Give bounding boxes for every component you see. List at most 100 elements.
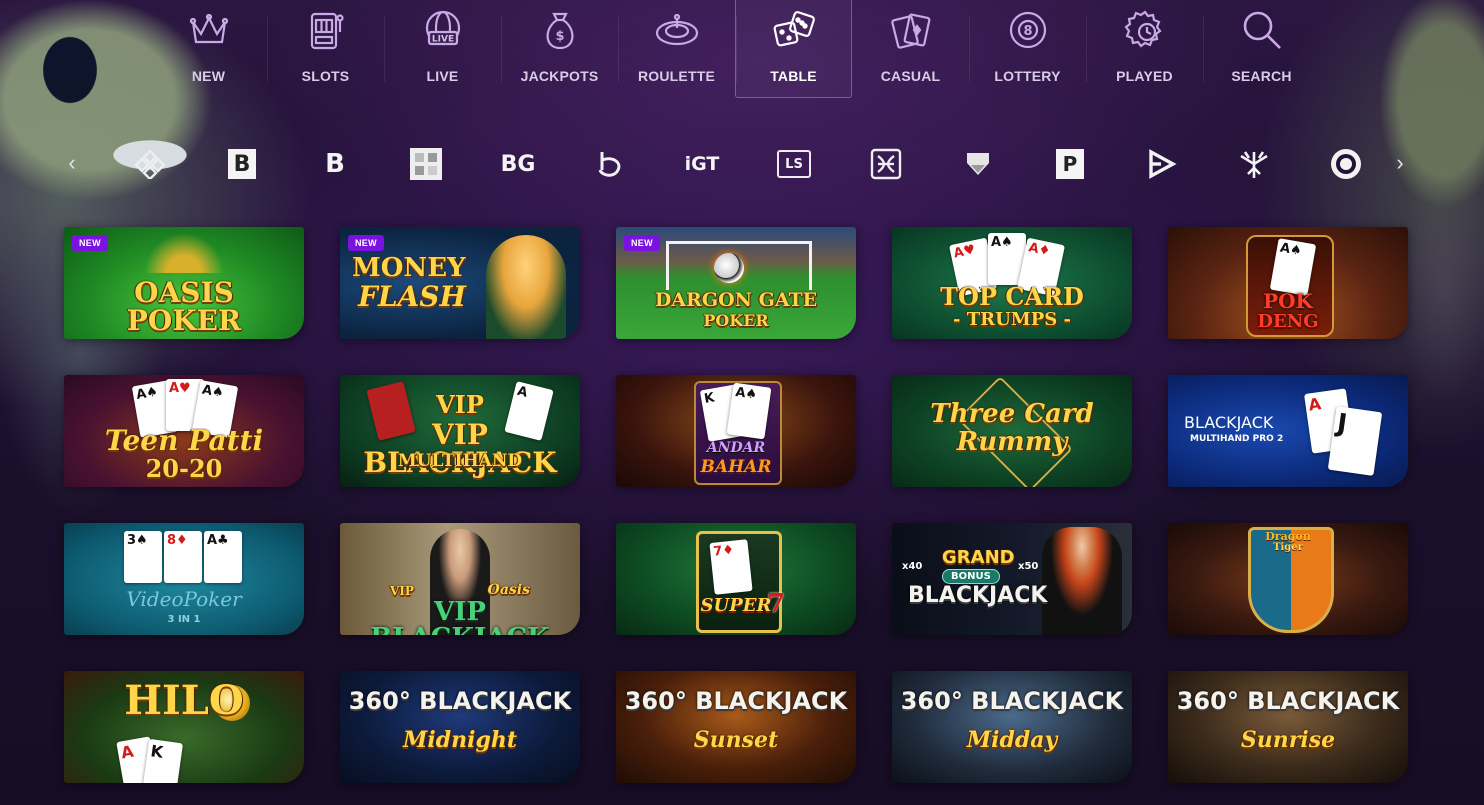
- provider-bg-logo[interactable]: BG: [488, 142, 548, 186]
- category-casual[interactable]: CASUAL: [852, 0, 969, 98]
- category-lottery[interactable]: 8 LOTTERY: [969, 0, 1086, 98]
- game-subtitle: Sunrise: [1240, 727, 1336, 753]
- category-roulette[interactable]: ROULETTE: [618, 0, 735, 98]
- game-tile-blackjack-multihand-pro[interactable]: A J BLACKJACK MULTIHAND PRO 2: [1168, 375, 1408, 487]
- slot-machine-icon: [302, 6, 350, 54]
- game-subtitle: 7: [766, 589, 786, 619]
- game-subtitle: POKER: [126, 304, 242, 337]
- game-subtitle: DENG: [1257, 311, 1319, 332]
- category-played[interactable]: PLAYED: [1086, 0, 1203, 98]
- game-title: 360° BLACKJACK: [900, 687, 1124, 715]
- provider-target-logo[interactable]: [1316, 142, 1376, 186]
- provider-grid-box-logo[interactable]: [396, 142, 456, 186]
- provider-logo-text: B: [325, 149, 345, 179]
- game-tile-360-blackjack-midnight[interactable]: 360° BLACKJACK Midnight: [340, 671, 580, 783]
- svg-text:LIVE: LIVE: [431, 35, 453, 45]
- game-tile-grand-bonus-blackjack[interactable]: GRAND BONUS x40 x50 BLACKJACK: [892, 523, 1132, 635]
- game-tile-360-blackjack-sunrise[interactable]: 360° BLACKJACK Sunrise: [1168, 671, 1408, 783]
- game-subtitle: Sunset: [693, 727, 779, 753]
- category-nav: NEW SLOTS LIVE LIVE $ JACKPOTS ROULETTE: [150, 0, 1320, 100]
- game-subtitle: MULTIHAND PRO 2: [1190, 434, 1284, 444]
- game-tile-vip-blackjack-oasis[interactable]: VIP VIP BLACKJACK Oasis: [340, 523, 580, 635]
- dice-icon: [770, 6, 818, 54]
- game-tile-dragon-tiger[interactable]: Dragon Tiger: [1168, 523, 1408, 635]
- category-label: SLOTS: [301, 68, 350, 84]
- game-title: MONEY: [352, 253, 466, 283]
- game-subtitle: - TRUMPS -: [953, 309, 1071, 330]
- playing-card: J: [1327, 406, 1383, 476]
- game-title: 360° BLACKJACK: [1176, 687, 1400, 715]
- game-title: Three Card: [930, 399, 1094, 429]
- game-subtitle: BLACKJACK: [908, 583, 1048, 608]
- game-title: POK: [1263, 289, 1313, 313]
- soccer-ball-icon: [714, 253, 744, 283]
- game-tile-vip-blackjack-multihand[interactable]: A VIP VIP BLACKJACK MULTIHAND: [340, 375, 580, 487]
- game-title: OASIS: [134, 276, 234, 309]
- provider-ls-logo[interactable]: LS: [764, 142, 824, 186]
- game-subtitle: Oasis: [487, 582, 530, 598]
- provider-swirl-b-logo[interactable]: [580, 142, 640, 186]
- game-subtitle: 3 IN 1: [167, 614, 201, 625]
- category-new[interactable]: NEW: [150, 0, 267, 98]
- game-subtitle: MULTIHAND: [397, 451, 523, 471]
- game-tile-super-7[interactable]: 7♦ SUPER 7: [616, 523, 856, 635]
- game-title: VIP BLACKJACK: [370, 597, 550, 635]
- provider-play-logo[interactable]: [1132, 142, 1192, 186]
- game-tile-video-poker[interactable]: 3♠ 8♦ A♣ VideoPoker 3 IN 1: [64, 523, 304, 635]
- category-label: JACKPOTS: [520, 68, 599, 84]
- game-tile-360-blackjack-midday[interactable]: 360° BLACKJACK Midday: [892, 671, 1132, 783]
- new-badge: NEW: [348, 235, 384, 251]
- game-tile-oasis-poker[interactable]: OASIS POKER NEW: [64, 227, 304, 339]
- search-icon: [1238, 6, 1286, 54]
- game-tile-andar-bahar[interactable]: K A♠ ANDAR BAHAR: [616, 375, 856, 487]
- category-label: SEARCH: [1231, 68, 1292, 84]
- game-tile-three-card-rummy[interactable]: Three Card Rummy: [892, 375, 1132, 487]
- playing-card: A♠: [726, 382, 772, 440]
- category-table[interactable]: TABLE: [735, 0, 852, 98]
- provider-logo-text: iGT: [684, 153, 720, 175]
- game-title: BLACKJACK: [1184, 413, 1274, 432]
- provider-split-b-logo[interactable]: B: [304, 142, 364, 186]
- crown-icon: [185, 6, 233, 54]
- provider-igt-logo[interactable]: iGT: [672, 142, 732, 186]
- category-live[interactable]: LIVE LIVE: [384, 0, 501, 98]
- category-slots[interactable]: SLOTS: [267, 0, 384, 98]
- casino-lobby: NEW SLOTS LIVE LIVE $ JACKPOTS ROULETTE: [0, 0, 1484, 805]
- game-tile-hilo[interactable]: HILO A K: [64, 671, 304, 783]
- roulette-wheel-icon: [653, 6, 701, 54]
- game-tile-teen-patti[interactable]: A♠ A♥ A♠ Teen Patti 20-20: [64, 375, 304, 487]
- game-title: 360° BLACKJACK: [348, 687, 572, 715]
- new-badge: NEW: [624, 235, 660, 251]
- category-search[interactable]: SEARCH: [1203, 0, 1320, 98]
- game-title: HILO: [124, 677, 244, 724]
- game-tile-dargon-gate-poker[interactable]: DARGON GATE POKER NEW: [616, 227, 856, 339]
- lottery-ball-icon: 8: [1004, 6, 1052, 54]
- category-label: NEW: [191, 68, 226, 84]
- game-tile-top-card-trumps[interactable]: A♥ A♠ A♦ TOP CARD - TRUMPS -: [892, 227, 1132, 339]
- provider-knot-logo[interactable]: [856, 142, 916, 186]
- provider-p-box-logo[interactable]: P: [1040, 142, 1100, 186]
- provider-b-box-logo[interactable]: B: [212, 142, 272, 186]
- game-tile-360-blackjack-sunset[interactable]: 360° BLACKJACK Sunset: [616, 671, 856, 783]
- provider-logo-text: LS: [785, 156, 803, 172]
- provider-logo-text: BG: [500, 151, 536, 177]
- category-jackpots[interactable]: $ JACKPOTS: [501, 0, 618, 98]
- game-tile-money-flash[interactable]: MONEY FLASH NEW: [340, 227, 580, 339]
- game-title: ANDAR: [706, 440, 766, 456]
- provider-diamond-grid-logo[interactable]: [120, 142, 180, 186]
- dealer-artwork: [1042, 527, 1122, 635]
- provider-next-arrow[interactable]: ›: [1388, 148, 1412, 178]
- category-label: LIVE: [426, 68, 459, 84]
- bonus-badge: BONUS: [942, 569, 1000, 584]
- game-tile-pok-deng[interactable]: A♠ POK DENG: [1168, 227, 1408, 339]
- provider-snowflake-logo[interactable]: [1224, 142, 1284, 186]
- category-label: CASUAL: [880, 68, 941, 84]
- game-subtitle: Midnight: [403, 727, 517, 753]
- game-title: TOP CARD: [940, 282, 1084, 311]
- provider-arrow-shield-logo[interactable]: [948, 142, 1008, 186]
- category-label: PLAYED: [1116, 68, 1173, 84]
- provider-prev-arrow[interactable]: ‹: [60, 148, 84, 178]
- game-title: VideoPoker: [126, 587, 242, 611]
- game-title: Teen Patti: [104, 424, 264, 457]
- category-label: LOTTERY: [994, 68, 1061, 84]
